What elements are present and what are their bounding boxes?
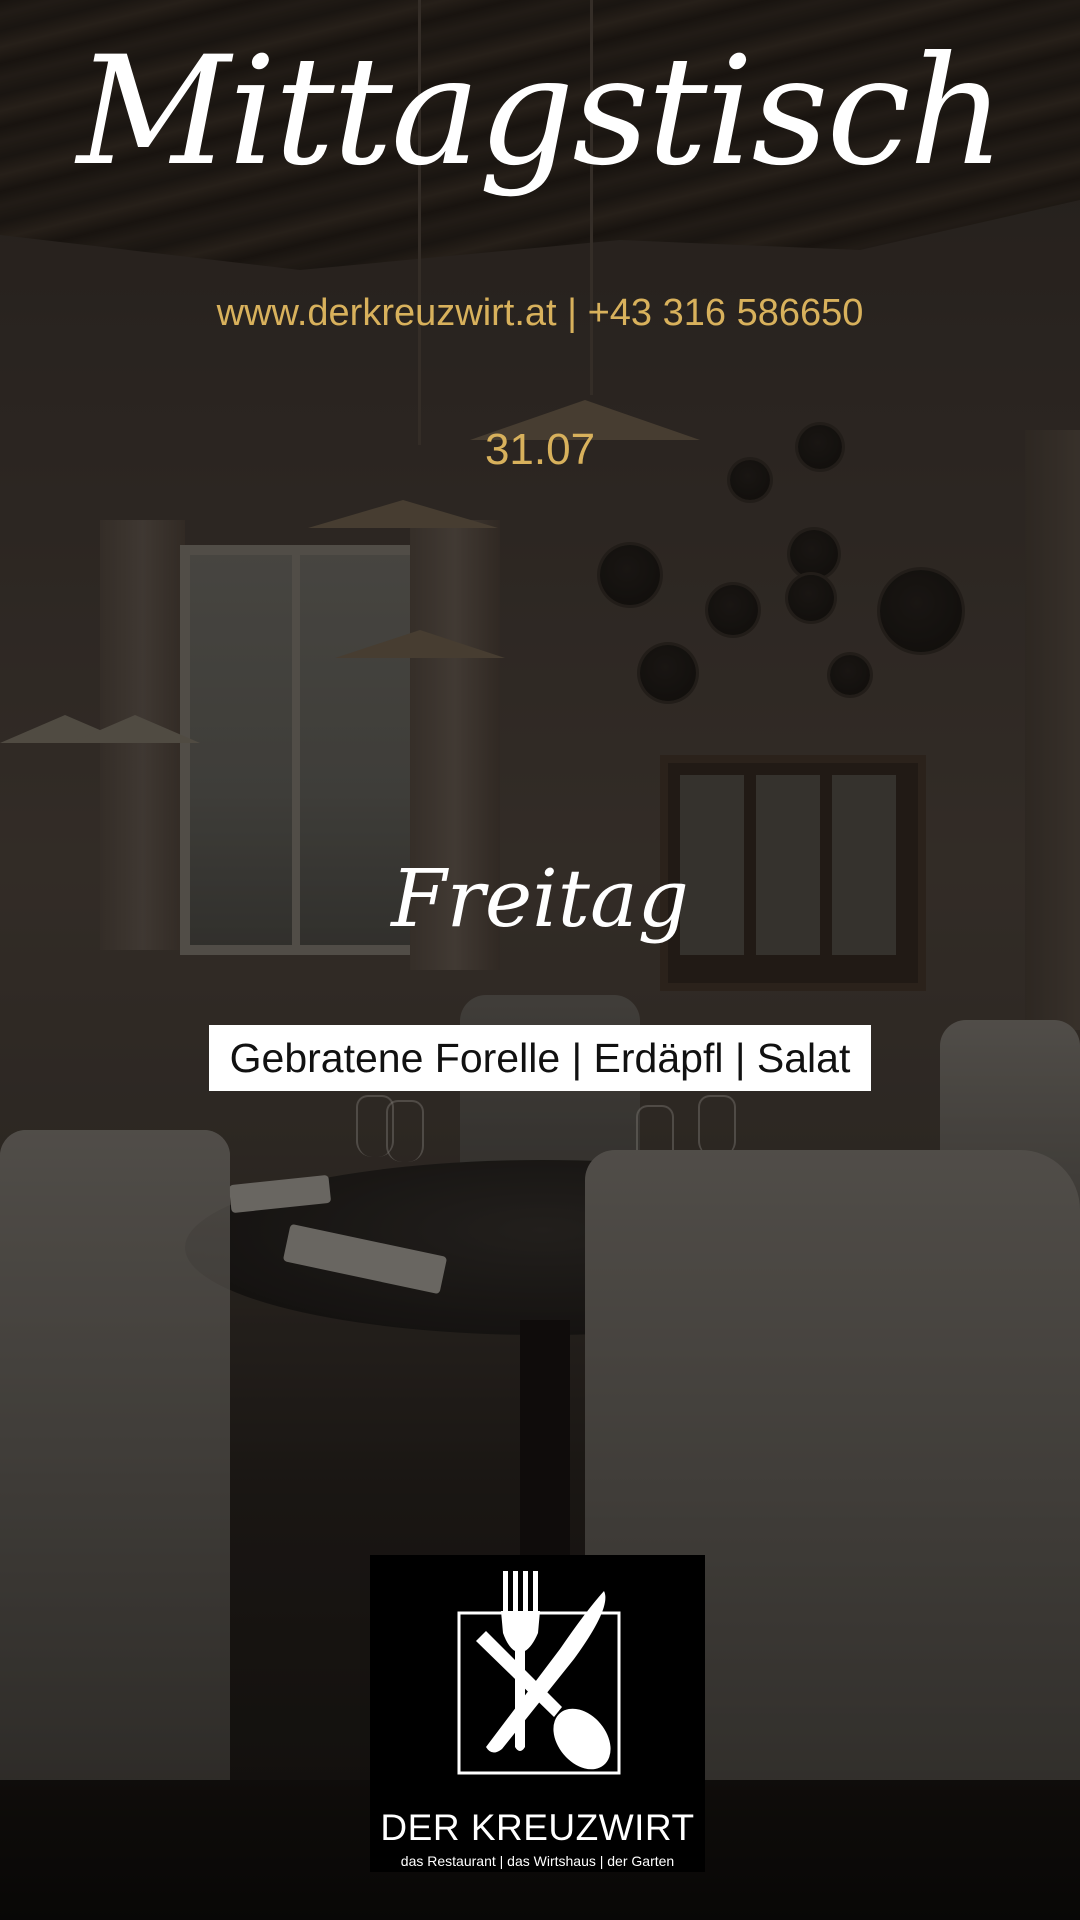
- logo-name: DER KREUZWIRT: [380, 1807, 695, 1848]
- menu-weekday: Freitag: [391, 852, 689, 945]
- restaurant-logo: DER KREUZWIRT das Restaurant | das Wirts…: [370, 1555, 705, 1872]
- logo-tagline: das Restaurant | das Wirtshaus | der Gar…: [400, 1853, 675, 1869]
- contact-line: www.derkreuzwirt.at | +43 316 586650: [216, 292, 864, 334]
- page-title: Mittagstisch: [76, 25, 1005, 199]
- cutlery-icon: [457, 1571, 621, 1775]
- dish-text: Gebratene Forelle | Erdäpfl | Salat: [229, 1034, 851, 1081]
- dish-box: Gebratene Forelle | Erdäpfl | Salat: [209, 1025, 871, 1091]
- menu-date: 31.07: [484, 425, 596, 474]
- menu-poster: Mittagstisch www.derkreuzwirt.at | +43 3…: [0, 0, 1080, 1920]
